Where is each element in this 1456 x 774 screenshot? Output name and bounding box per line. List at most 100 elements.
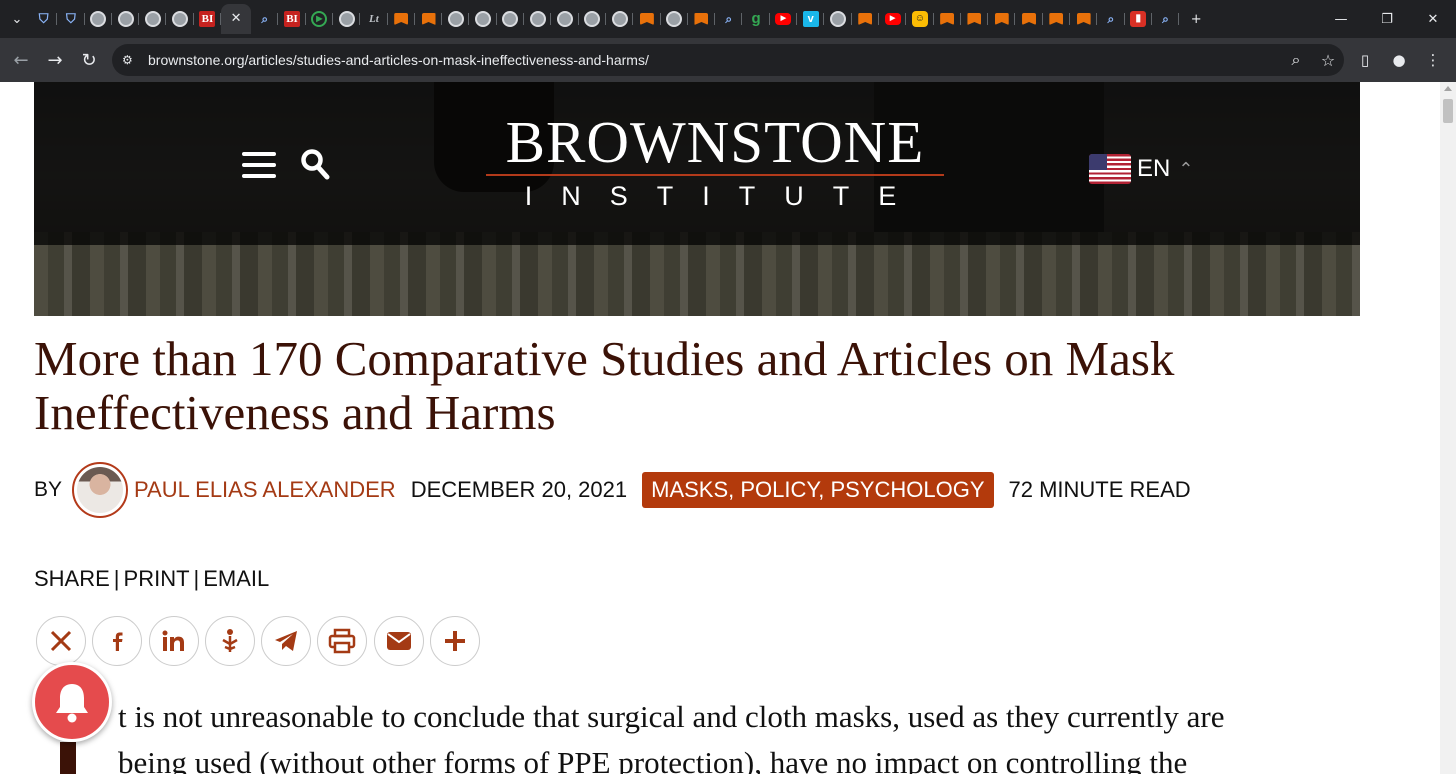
browser-tab[interactable]: BI	[194, 4, 222, 34]
browser-tab[interactable]: ▶	[306, 4, 334, 34]
getpocket-share-button[interactable]	[204, 616, 255, 666]
site-logo[interactable]: BROWNSTONE INSTITUTE	[480, 112, 950, 216]
browser-tab[interactable]: ⌕	[251, 4, 279, 34]
shield-icon: ⛉	[38, 11, 49, 26]
article-body: t is not unreasonable to conclude that s…	[118, 694, 1408, 774]
browser-tab[interactable]	[388, 4, 416, 34]
browser-tab[interactable]: ⛉	[57, 4, 85, 34]
globe-icon	[502, 11, 519, 27]
browser-tab[interactable]	[112, 4, 140, 34]
zoom-icon[interactable]: ⌕	[1280, 44, 1312, 76]
forward-button[interactable]: →	[38, 43, 72, 77]
bookmark-icon	[694, 13, 709, 25]
globe-icon	[117, 11, 134, 27]
read-time: 72 MINUTE READ	[1008, 477, 1191, 502]
browser-tab[interactable]	[469, 4, 498, 34]
category-tags[interactable]: MASKS, POLICY, PSYCHOLOGY	[642, 472, 994, 508]
browser-tab[interactable]: ⌕	[715, 4, 743, 34]
scrollbar-thumb[interactable]	[1443, 99, 1453, 123]
browser-tab[interactable]	[661, 4, 689, 34]
print-share-button[interactable]	[317, 616, 368, 666]
browser-tab[interactable]	[442, 4, 470, 34]
share-links: SHARE | PRINT | EMAIL	[34, 566, 270, 591]
bookmark-star-icon[interactable]: ☆	[1312, 44, 1344, 76]
side-panel-button[interactable]: ▯	[1348, 43, 1382, 77]
browser-tab[interactable]: v	[797, 4, 825, 34]
browser-tab[interactable]: ▮	[1125, 4, 1153, 34]
email-link[interactable]: EMAIL	[203, 566, 269, 591]
author-avatar[interactable]	[72, 462, 129, 518]
browser-tab[interactable]	[688, 4, 716, 34]
browser-tab[interactable]: g	[742, 4, 771, 34]
browser-tab[interactable]	[579, 4, 607, 34]
browser-tab[interactable]	[1015, 4, 1043, 34]
bookmark-icon	[421, 13, 436, 25]
more-share-button[interactable]	[430, 616, 481, 666]
page-scrollbar[interactable]	[1440, 82, 1456, 774]
facebook-share-button[interactable]	[92, 616, 143, 666]
new-tab-button[interactable]: +	[1183, 6, 1209, 32]
window-close-button[interactable]: ✕	[1410, 0, 1456, 38]
back-button[interactable]: ←	[4, 43, 38, 77]
address-bar[interactable]: ⚙ brownstone.org/articles/studies-and-ar…	[112, 44, 1344, 76]
browser-tab[interactable]: BI	[278, 4, 306, 34]
email-share-button[interactable]	[373, 616, 424, 666]
browser-tab[interactable]: Lt	[360, 4, 388, 34]
browser-tab[interactable]	[852, 4, 880, 34]
browser-tab[interactable]	[524, 4, 552, 34]
author-link[interactable]: PAUL ELIAS ALEXANDER	[134, 477, 396, 503]
browser-tab[interactable]	[606, 4, 634, 34]
browser-menu-button[interactable]: ⋮	[1416, 43, 1450, 77]
youtube-icon: ▶	[884, 13, 901, 25]
search-icon: ⌕	[1162, 12, 1169, 26]
reload-button[interactable]: ↻	[72, 43, 106, 77]
profile-button[interactable]: ●	[1382, 43, 1416, 77]
search-icon: ⌕	[261, 12, 269, 26]
share-link[interactable]: SHARE	[34, 566, 110, 591]
close-icon[interactable]: ✕	[228, 11, 244, 27]
browser-tab[interactable]	[1043, 4, 1071, 34]
browser-tab[interactable]: ⌕	[1097, 4, 1125, 34]
browser-tab[interactable]	[333, 4, 361, 34]
hamburger-menu-icon[interactable]	[242, 152, 276, 178]
language-selector[interactable]: EN ⌃	[1089, 154, 1193, 184]
browser-tab-strip: ⌄ ⛉ ⛉ BI ✕ ⌕ BI ▶ Lt ⌕ g ▶ v ▶ ☺ ⌕ ▮ ⌕ + — ❐ ✕	[0, 0, 1456, 38]
restore-button[interactable]: ❐	[1364, 0, 1410, 38]
globe-icon	[529, 11, 546, 27]
bookmark-icon	[1049, 13, 1064, 25]
youtube-icon: ▶	[775, 13, 792, 25]
email-icon	[386, 632, 411, 650]
browser-tab[interactable]	[633, 4, 661, 34]
browser-tab[interactable]	[497, 4, 525, 34]
minimize-button[interactable]: —	[1318, 0, 1364, 38]
bell-icon	[56, 684, 88, 723]
browser-tab[interactable]	[166, 4, 195, 34]
browser-tab[interactable]	[961, 4, 989, 34]
tab-active[interactable]: ✕	[221, 4, 252, 34]
browser-tab[interactable]: ▶	[879, 4, 907, 34]
browser-tab[interactable]: ☺	[906, 4, 934, 34]
print-link[interactable]: PRINT	[124, 566, 190, 591]
linkedin-share-button[interactable]	[148, 616, 199, 666]
tab-search-button[interactable]: ⌄	[4, 6, 30, 32]
browser-tab[interactable]	[85, 4, 113, 34]
browser-tab[interactable]	[139, 4, 167, 34]
url-text[interactable]: brownstone.org/articles/studies-and-arti…	[148, 52, 649, 68]
bookmark-icon	[1022, 13, 1037, 25]
browser-tab[interactable]: ▶	[770, 4, 798, 34]
browser-tab[interactable]	[934, 4, 962, 34]
site-info-icon[interactable]: ⚙	[122, 53, 148, 67]
notification-bell-button[interactable]	[32, 662, 112, 742]
browser-tab[interactable]	[824, 4, 852, 34]
share-buttons	[36, 616, 486, 666]
scroll-up-arrow[interactable]	[1444, 86, 1452, 91]
search-icon[interactable]	[300, 148, 330, 180]
browser-tab[interactable]	[551, 4, 579, 34]
browser-tab[interactable]: ⛉	[30, 4, 58, 34]
browser-tab[interactable]	[415, 4, 443, 34]
browser-tab[interactable]	[1070, 4, 1098, 34]
browser-tab[interactable]: ⌕	[1152, 4, 1180, 34]
x-share-button[interactable]	[36, 616, 86, 666]
telegram-share-button[interactable]	[261, 616, 312, 666]
browser-tab[interactable]	[988, 4, 1016, 34]
